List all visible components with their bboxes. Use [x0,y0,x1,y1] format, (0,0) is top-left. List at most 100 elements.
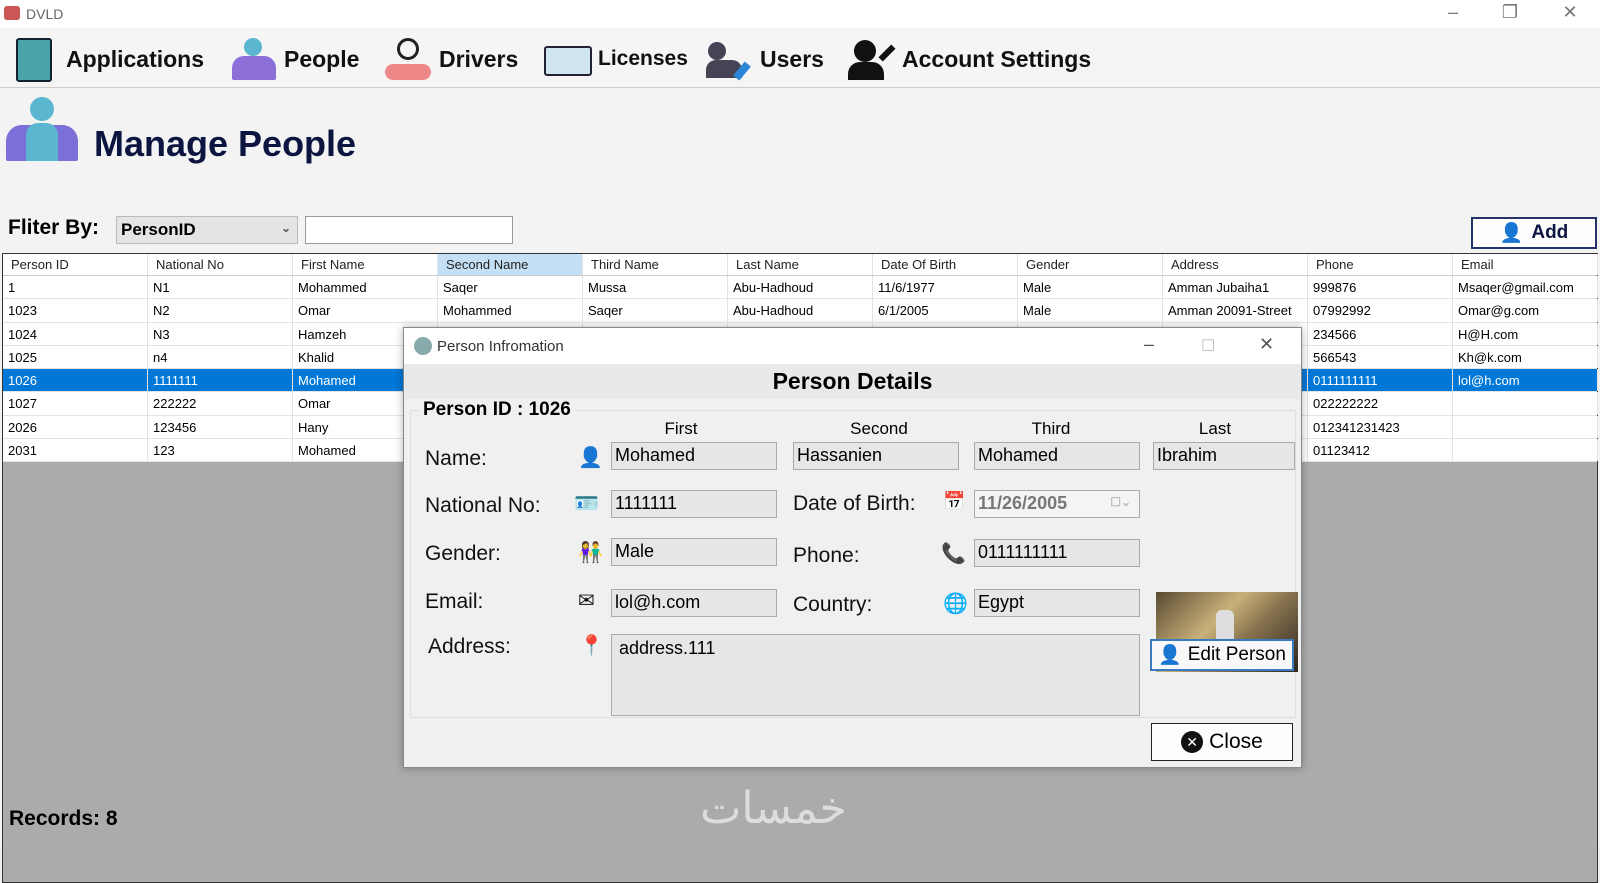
country-field: Egypt [974,589,1140,617]
email-field: lol@h.com [611,589,777,617]
minimize-button[interactable]: – [1433,2,1473,23]
column-header[interactable]: Phone [1308,254,1453,275]
second-name-field: Hassanien [793,442,959,470]
table-cell: 07992992 [1308,299,1453,322]
person-icon: 👤 [1158,645,1182,666]
column-header[interactable]: Email [1453,254,1598,275]
filter-label: Fliter By: [8,216,100,239]
menu-applications[interactable]: Applications [10,34,204,84]
column-header[interactable]: Address [1163,254,1308,275]
add-user-icon: 👤 [1499,223,1524,244]
column-header[interactable]: Person ID [3,254,148,275]
table-cell: 0111111111 [1308,369,1453,392]
filter-select[interactable]: PersonID ⌄ [116,216,298,244]
dialog-minimize-button[interactable]: – [1144,334,1154,355]
menu-account-settings[interactable]: Account Settings [846,34,1091,84]
table-cell: N1 [148,276,293,299]
table-cell: 222222 [148,392,293,415]
column-header[interactable]: Gender [1018,254,1163,275]
table-cell: 1024 [3,322,148,345]
address-label: Address: [428,635,511,658]
restore-button[interactable]: ❐ [1490,2,1530,23]
filter-input[interactable] [305,216,513,244]
column-header[interactable]: Third Name [583,254,728,275]
title-bar: DVLD – ❐ ✕ [0,0,1600,28]
last-column-label: Last [1198,419,1232,438]
table-cell: 234566 [1308,322,1453,345]
calendar-icon: 📅 [943,491,966,511]
second-column-label: Second [850,419,908,438]
table-cell: Omar [293,299,438,322]
table-cell [1453,415,1598,439]
chevron-down-icon: ⌄ [280,221,291,235]
table-row[interactable]: 1 N1 Mohammed Saqer Mussa Abu-Hadhoud 11/6/197… [3,276,1598,300]
table-cell: Male [1018,276,1163,299]
table-cell: lol@h.com [1453,369,1598,392]
date-of-birth-label: Date of Birth: [793,492,916,515]
table-cell: Saqer [438,276,583,299]
table-cell: Kh@k.com [1453,345,1598,369]
table-cell: 566543 [1308,345,1453,369]
first-name-field: Mohamed [611,442,777,470]
menu-people[interactable]: People [228,34,359,84]
third-name-field: Mohamed [974,442,1140,470]
people-icon [228,34,278,84]
person-information-dialog: Person Infromation – ☐ ✕ Person Details … [403,327,1302,768]
table-cell: Mohammed [293,276,438,299]
person-details-group: Person ID : 1026 First Second Third Last… [410,399,1298,718]
table-cell: 1026 [3,369,148,392]
close-circle-icon: ✕ [1181,731,1204,753]
table-cell: Amman Jubaiha1 [1163,276,1308,299]
close-button[interactable]: ✕ Close [1151,723,1293,761]
gender-field: Male [611,538,777,566]
watermark: خمسات [700,783,847,834]
drivers-icon [383,34,433,84]
date-of-birth-picker[interactable]: 11/26/2005 ☐⌄ [974,490,1140,518]
applications-icon [10,34,60,84]
email-label: Email: [425,590,484,613]
menu-licenses[interactable]: Licenses [542,34,688,84]
column-header[interactable]: Last Name [728,254,873,275]
table-cell: Msaqer@gmail.com [1453,276,1598,299]
column-header[interactable]: Second Name [438,254,583,275]
table-cell: Abu-Hadhoud [728,299,873,322]
phone-label: Phone: [793,544,860,567]
license-icon [542,34,592,84]
dialog-close-x-button[interactable]: ✕ [1259,334,1274,355]
table-cell: 1025 [3,345,148,369]
close-window-button[interactable]: ✕ [1550,2,1590,23]
person-avatar-icon [414,337,432,355]
table-cell: Mohammed [438,299,583,322]
table-header: Person ID National No First Name Second Nam… [3,254,1598,276]
third-column-label: Third [1031,419,1071,438]
table-cell: 2031 [3,439,148,462]
menu-users[interactable]: Users [704,34,824,84]
account-settings-icon [846,34,896,84]
add-person-button[interactable]: 👤 Add [1471,217,1597,249]
gender-icon: 👫 [578,542,603,564]
table-cell: 2026 [3,415,148,439]
table-cell: 123456 [148,415,293,439]
table-cell: N2 [148,299,293,322]
column-header[interactable]: National No [148,254,293,275]
page-title: Manage People [94,123,357,164]
column-header[interactable]: First Name [293,254,438,275]
column-header[interactable]: Date Of Birth [873,254,1018,275]
edit-person-button[interactable]: 👤 Edit Person [1150,639,1294,671]
table-cell: Saqer [583,299,728,322]
person-icon: 👤 [578,447,603,469]
table-cell: 123 [148,439,293,462]
menu-drivers[interactable]: Drivers [383,34,518,84]
table-cell: n4 [148,345,293,369]
table-cell: 11/6/1977 [873,276,1018,299]
table-cell: 6/1/2005 [873,299,1018,322]
dialog-maximize-button[interactable]: ☐ [1201,336,1215,356]
location-pin-icon: 📍 [579,635,604,657]
table-row[interactable]: 1023 N2 Omar Mohammed Saqer Abu-Hadhoud 6/1/20… [3,299,1598,323]
name-label: Name: [425,447,487,470]
last-name-field: Ibrahim [1153,442,1295,470]
app-title: DVLD [26,6,64,22]
national-no-field: 1111111 [611,490,777,518]
dialog-title: Person Infromation [437,338,564,355]
address-field: address.111 [611,634,1140,716]
